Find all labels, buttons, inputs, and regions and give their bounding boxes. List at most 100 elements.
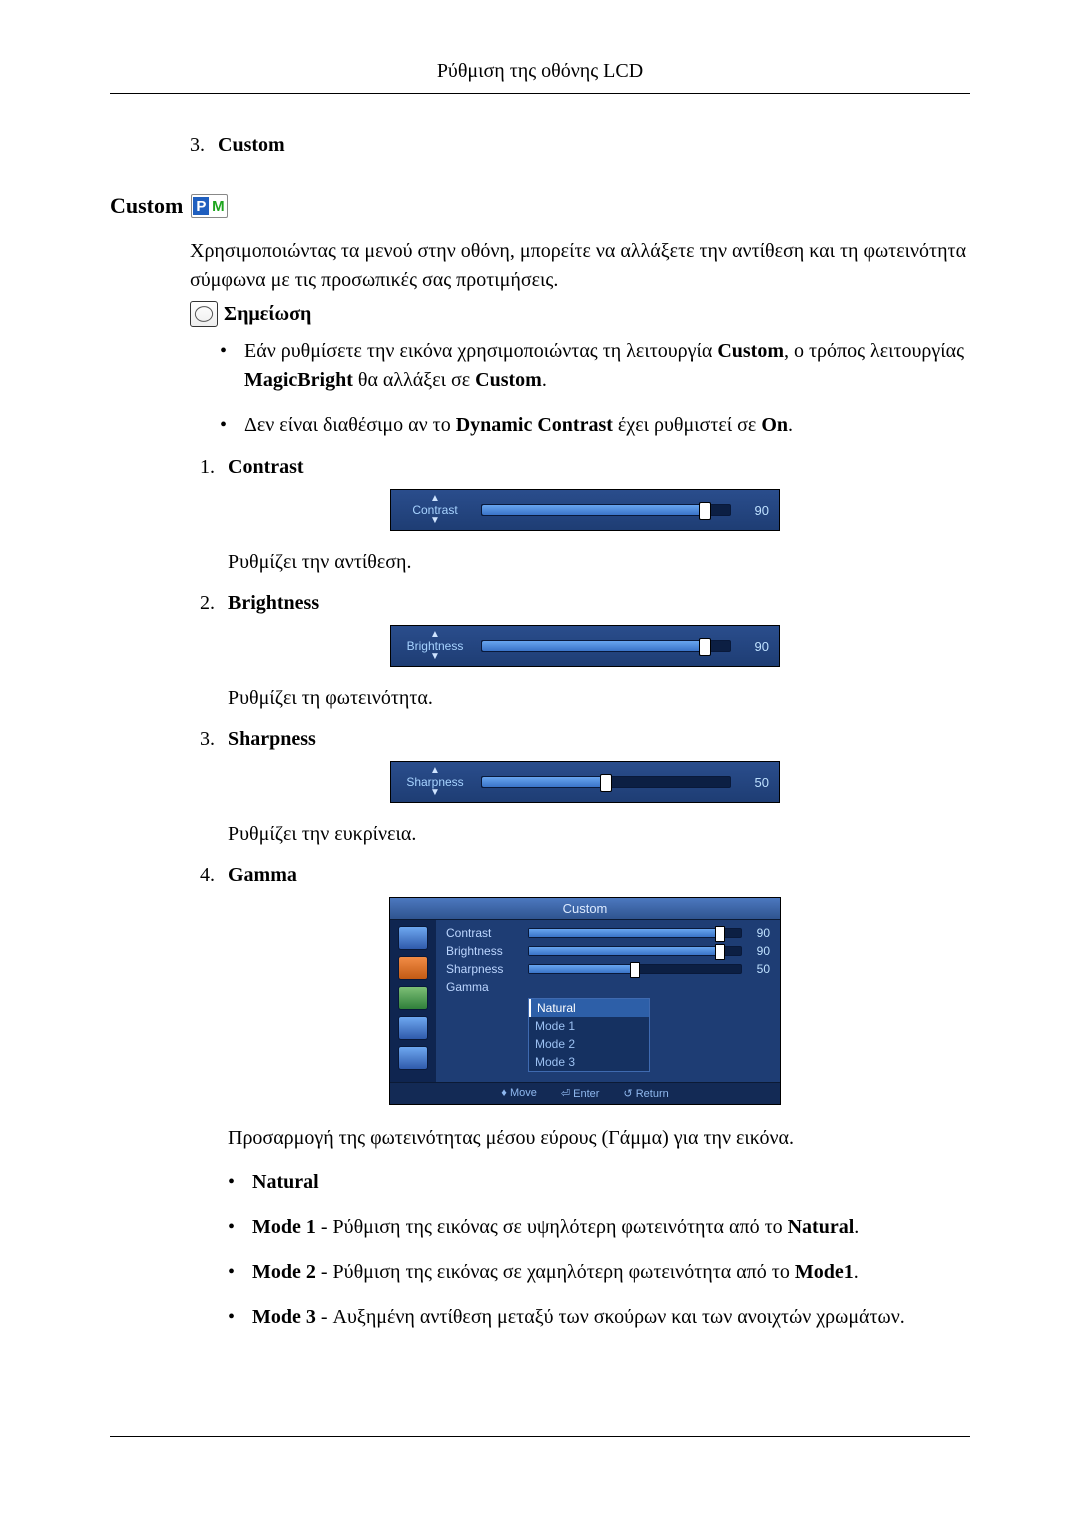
gamma-bullet-mode1: Mode 1 - Ρύθμιση της εικόνας σε υψηλότερ…: [228, 1213, 859, 1242]
gamma-option-natural: Natural: [529, 999, 649, 1017]
pm-badge: P M: [191, 194, 228, 218]
item-num: 3.: [200, 728, 228, 751]
down-arrow-icon: ▼: [399, 788, 471, 798]
osd-side-icon: [398, 986, 428, 1010]
osd-fill: [482, 777, 606, 787]
note-icon: [190, 301, 218, 327]
osd-menu-footer: ♦ Move ⏎ Enter ↺ Return: [390, 1082, 780, 1104]
badge-m-icon: M: [210, 197, 226, 215]
osd-row-label: Gamma: [446, 980, 520, 994]
section-title: Custom: [110, 193, 183, 219]
gb2-rest: - Ρύθμιση της εικόνας σε χαμηλότερη φωτε…: [316, 1261, 795, 1283]
osd-row-label: Contrast: [446, 926, 520, 940]
osd-row-contrast: Contrast 90: [446, 926, 770, 940]
note2-mid: έχει ρυθμιστεί σε: [613, 414, 761, 436]
note-bullet-2: Δεν είναι διαθέσιμο αν το Dynamic Contra…: [220, 411, 793, 440]
osd-row-fill: [529, 965, 635, 973]
note1-pre: Εάν ρυθμίσετε την εικόνα χρησιμοποιώντας…: [244, 340, 717, 362]
bullet-dot-icon: [228, 1258, 252, 1287]
item-desc: Ρυθμίζει τη φωτεινότητα.: [200, 687, 970, 710]
gb0-b: Natural: [252, 1171, 319, 1193]
gamma-bullet-mode2: Mode 2 - Ρύθμιση της εικόνας σε χαμηλότε…: [228, 1258, 859, 1287]
item-num: 1.: [200, 456, 228, 479]
gamma-option-mode3: Mode 3: [529, 1053, 649, 1071]
osd-foot-move: ♦ Move: [501, 1087, 537, 1100]
item-title: Contrast: [228, 456, 304, 479]
down-arrow-icon: ▼: [399, 516, 471, 526]
section-title-row: Custom P M: [110, 193, 970, 219]
gamma-option-mode2: Mode 2: [529, 1035, 649, 1053]
osd-value: 90: [741, 639, 769, 654]
osd-thumb: [699, 638, 711, 656]
osd-value: 90: [741, 503, 769, 518]
preceding-label: Custom: [218, 134, 285, 157]
osd-row-thumb: [715, 944, 725, 960]
osd-row-label: Brightness: [446, 944, 520, 958]
preceding-num: 3.: [190, 134, 218, 157]
osd-track: [481, 776, 731, 788]
badge-p-icon: P: [193, 197, 209, 215]
item-brightness: 2. Brightness ▲ Brightness ▼ 90 Ρυθμίζε: [200, 592, 970, 710]
gb1-rest: - Ρύθμιση της εικόνας σε υψηλότερη φωτει…: [316, 1216, 788, 1238]
item-num: 4.: [200, 864, 228, 887]
osd-foot-enter: ⏎ Enter: [561, 1087, 600, 1100]
gb1-b2: Natural: [788, 1216, 855, 1238]
bullet-dot-icon: [220, 411, 244, 440]
osd-fill: [482, 641, 705, 651]
osd-foot-return: ↺ Return: [623, 1087, 668, 1100]
item-num: 2.: [200, 592, 228, 615]
note2-b1: Dynamic Contrast: [456, 414, 613, 436]
osd-row-fill: [529, 929, 720, 937]
osd-value: 50: [741, 775, 769, 790]
gamma-bullet-natural: Natural: [228, 1168, 319, 1197]
osd-track: [481, 504, 731, 516]
bullet-dot-icon: [228, 1168, 252, 1197]
gb2-b: Mode 2: [252, 1261, 316, 1283]
gamma-bullet-mode3: Mode 3 - Αυξημένη αντίθεση μεταξύ των σκ…: [228, 1303, 905, 1332]
osd-menu-side-icons: [390, 920, 436, 1082]
note1-b1: Custom: [717, 340, 784, 362]
gb1-b: Mode 1: [252, 1216, 316, 1238]
gb2-tail: .: [854, 1261, 859, 1283]
note2-pre: Δεν είναι διαθέσιμο αν το: [244, 414, 456, 436]
note1-b3: Custom: [475, 369, 542, 391]
note-bullet-1: Εάν ρυθμίσετε την εικόνα χρησιμοποιώντας…: [220, 337, 970, 395]
osd-fill: [482, 505, 705, 515]
down-arrow-icon: ▼: [399, 652, 471, 662]
bullet-dot-icon: [228, 1213, 252, 1242]
osd-row-thumb: [715, 926, 725, 942]
bullet-dot-icon: [220, 337, 244, 395]
osd-brightness: ▲ Brightness ▼ 90: [390, 625, 780, 667]
osd-row-label: Sharpness: [446, 962, 520, 976]
osd-row-sharpness: Sharpness 50: [446, 962, 770, 976]
footer-rule: [110, 1436, 970, 1437]
osd-row-value: 90: [750, 944, 770, 958]
item-desc: Ρυθμίζει την ευκρίνεια.: [200, 823, 970, 846]
item-title: Gamma: [228, 864, 297, 887]
note-label: Σημείωση: [224, 303, 311, 326]
note2-b2: On: [761, 414, 788, 436]
item-title: Sharpness: [228, 728, 316, 751]
osd-thumb: [699, 502, 711, 520]
gamma-option-mode1: Mode 1: [529, 1017, 649, 1035]
note2-post: .: [788, 414, 793, 436]
item-contrast: 1. Contrast ▲ Contrast ▼ 90 Ρυθμίζει τη: [200, 456, 970, 574]
preceding-list-item: 3. Custom: [190, 134, 285, 157]
osd-contrast: ▲ Contrast ▼ 90: [390, 489, 780, 531]
section-intro: Χρησιμοποιώντας τα μενού στην οθόνη, μπο…: [110, 237, 970, 295]
osd-menu-title: Custom: [390, 898, 780, 920]
osd-row-fill: [529, 947, 720, 955]
gb2-b2: Mode1: [795, 1261, 854, 1283]
note1-mid2: θα αλλάξει σε: [353, 369, 475, 391]
osd-thumb: [600, 774, 612, 792]
osd-row-thumb: [630, 962, 640, 978]
page-header: Ρύθμιση της οθόνης LCD: [110, 60, 970, 94]
item-desc: Ρυθμίζει την αντίθεση.: [200, 551, 970, 574]
note1-post: .: [542, 369, 547, 391]
osd-side-icon: [398, 1016, 428, 1040]
osd-row-value: 90: [750, 926, 770, 940]
gamma-options: Natural Mode 1 Mode 2 Mode 3: [528, 998, 650, 1072]
note1-mid: , ο τρόπος λειτουργίας: [784, 340, 964, 362]
osd-sharpness: ▲ Sharpness ▼ 50: [390, 761, 780, 803]
gb3-rest: - Αυξημένη αντίθεση μεταξύ των σκούρων κ…: [316, 1306, 905, 1328]
